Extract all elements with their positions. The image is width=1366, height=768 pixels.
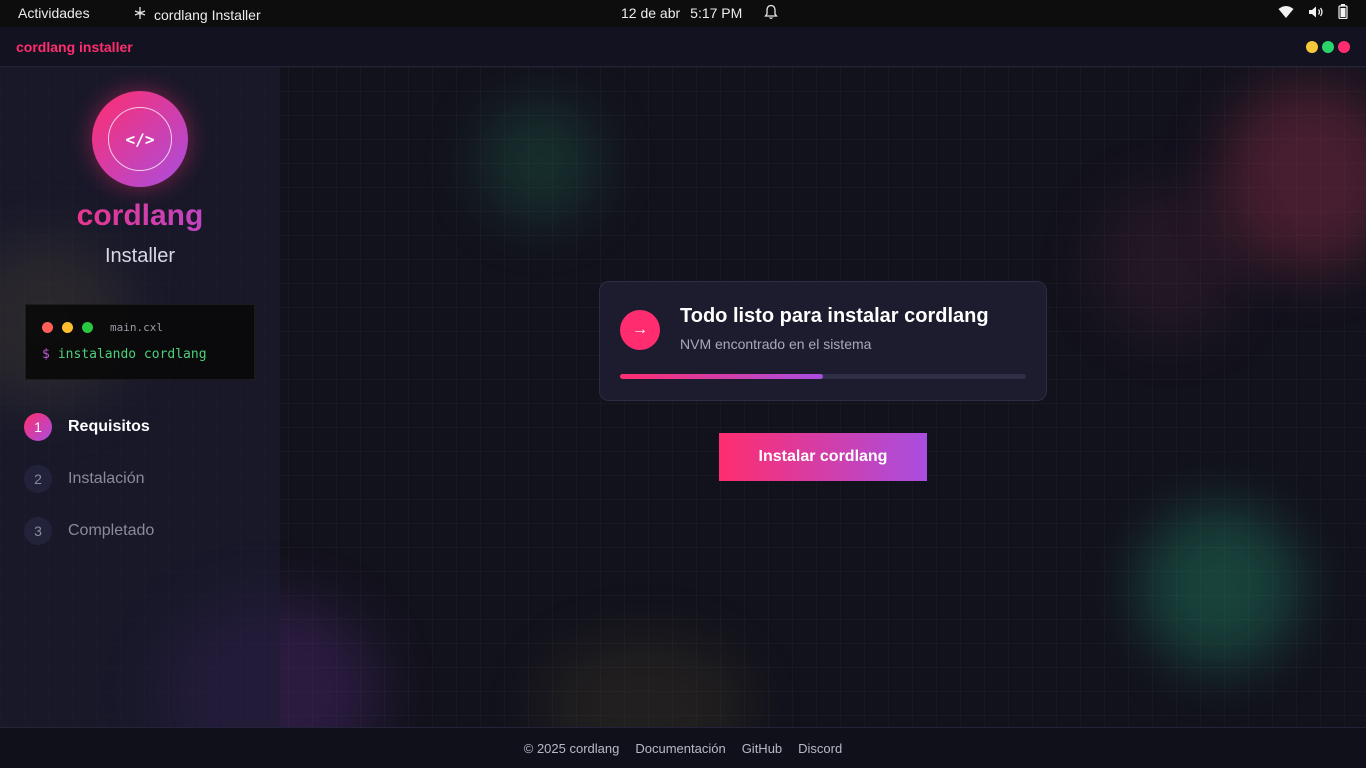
system-top-bar: Actividades cordlang Installer 12 de abr… <box>0 0 1366 27</box>
clock-time: 5:17 PM <box>690 5 743 21</box>
battery-icon[interactable] <box>1338 4 1348 22</box>
app-icon <box>132 5 148 24</box>
terminal-dots <box>42 322 93 333</box>
step-number: 3 <box>24 517 52 545</box>
terminal-dot-yellow <box>62 322 73 333</box>
status-card: → Todo listo para instalar cordlang NVM … <box>599 281 1047 401</box>
clock[interactable]: 12 de abr 5:17 PM <box>621 5 742 21</box>
terminal-dot-green <box>82 322 93 333</box>
bg-blob-teal <box>480 102 600 222</box>
footer-copyright: © 2025 cordlang <box>523 740 620 756</box>
maximize-dot[interactable] <box>1322 41 1334 53</box>
step-number: 1 <box>24 413 52 441</box>
step-label: Completado <box>68 522 155 539</box>
bg-blob-green <box>1140 507 1300 667</box>
status-subtitle: NVM encontrado en el sistema <box>680 336 872 352</box>
notification-bell-icon[interactable] <box>764 4 778 23</box>
terminal-line: $ instalando cordlang <box>42 347 207 362</box>
bg-blob-mauve <box>1095 187 1245 337</box>
clock-date: 12 de abr <box>621 5 681 21</box>
footer-link-discord[interactable]: Discord <box>798 741 842 756</box>
sidebar-title: cordlang <box>0 199 280 233</box>
sidebar-subtitle: Installer <box>104 245 176 267</box>
step-requisitos[interactable]: 1 Requisitos <box>24 413 264 441</box>
minimize-dot[interactable] <box>1306 41 1318 53</box>
step-instalacion[interactable]: 2 Instalación <box>24 465 264 493</box>
system-tray[interactable] <box>1278 4 1348 22</box>
app-header: cordlang installer <box>0 27 1366 67</box>
step-completado[interactable]: 3 Completado <box>24 517 264 545</box>
bg-blob-amber <box>540 637 750 727</box>
progress-fill <box>620 374 823 379</box>
close-dot[interactable] <box>1338 41 1350 53</box>
wifi-icon[interactable] <box>1278 5 1294 22</box>
step-number: 2 <box>24 465 52 493</box>
install-button[interactable]: Instalar cordlang <box>719 433 927 481</box>
sidebar: </> cordlang Installer main.cxl $ instala… <box>0 67 280 727</box>
activities-button[interactable]: Actividades <box>18 5 90 21</box>
terminal-prompt: $ <box>42 347 50 362</box>
code-icon: </> <box>108 107 172 171</box>
volume-icon[interactable] <box>1308 5 1324 22</box>
window-controls <box>1306 41 1350 53</box>
step-label: Instalación <box>68 470 145 487</box>
terminal-preview: main.cxl $ instalando cordlang <box>25 304 255 380</box>
app-menu[interactable]: cordlang Installer <box>132 5 261 24</box>
main-area: </> cordlang Installer main.cxl $ instala… <box>0 67 1366 727</box>
status-title: Todo listo para instalar cordlang <box>680 305 989 327</box>
footer: © 2025 cordlang Documentación GitHub Dis… <box>0 727 1366 768</box>
arrow-right-icon: → <box>620 310 660 350</box>
progress-bar <box>620 374 1026 379</box>
app-title: cordlang Installer <box>154 6 261 23</box>
step-label: Requisitos <box>68 418 150 435</box>
terminal-filename: main.cxl <box>110 321 163 334</box>
app-brand: cordlang installer <box>16 39 133 55</box>
terminal-command: instalando cordlang <box>57 347 207 362</box>
footer-link-github[interactable]: GitHub <box>742 741 782 756</box>
logo: </> <box>92 91 188 187</box>
terminal-dot-red <box>42 322 53 333</box>
footer-link-docs[interactable]: Documentación <box>635 741 725 756</box>
